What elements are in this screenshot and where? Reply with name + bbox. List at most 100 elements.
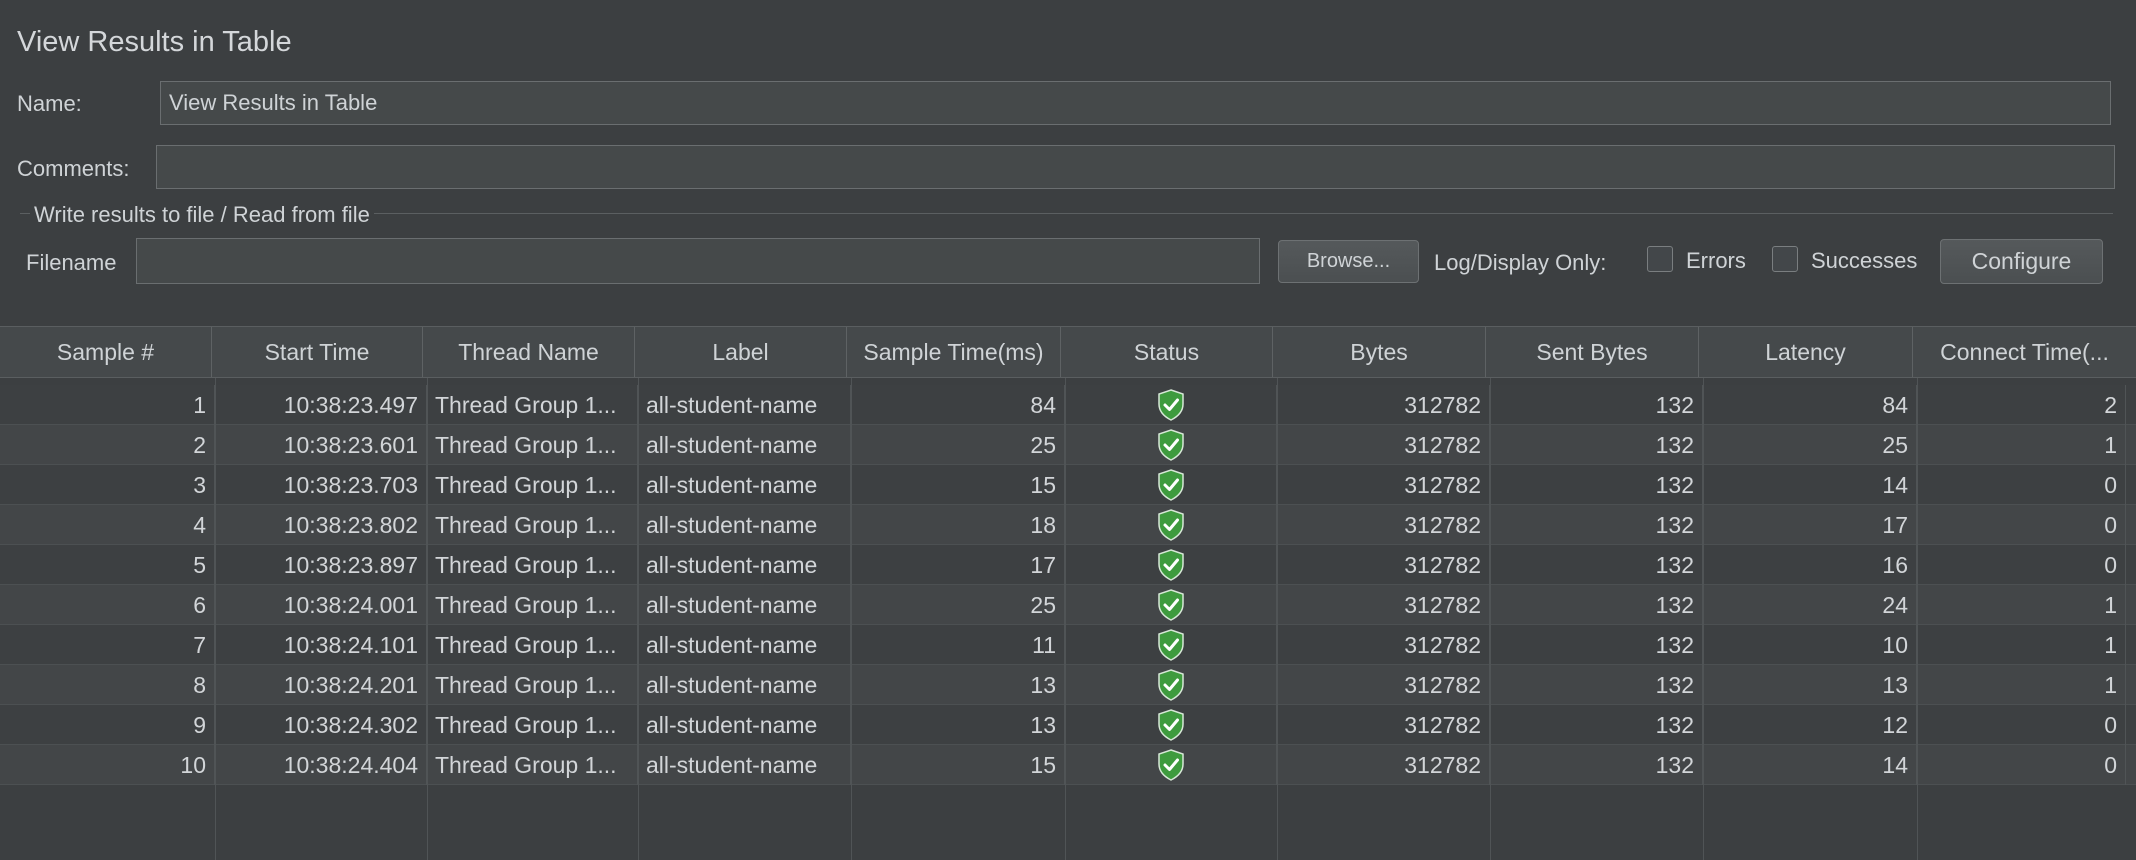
cell-label: all-student-name bbox=[638, 545, 851, 585]
cell-sent-bytes: 132 bbox=[1490, 545, 1703, 585]
cell-bytes: 312782 bbox=[1277, 585, 1490, 625]
cell-sample-time: 84 bbox=[851, 385, 1065, 425]
cell-sample-time: 18 bbox=[851, 505, 1065, 545]
browse-button[interactable]: Browse... bbox=[1278, 240, 1419, 283]
cell-bytes: 312782 bbox=[1277, 385, 1490, 425]
cell-status bbox=[1065, 705, 1277, 745]
column-header-bytes[interactable]: Bytes bbox=[1273, 327, 1486, 377]
cell-sample-time: 15 bbox=[851, 465, 1065, 505]
table-row[interactable]: 7 10:38:24.101 Thread Group 1... all-studen… bbox=[0, 625, 2136, 665]
errors-label: Errors bbox=[1686, 248, 1746, 273]
table-header: Sample # Start Time Thread Name Label Sa… bbox=[0, 326, 2136, 378]
column-header-label[interactable]: Label bbox=[635, 327, 847, 377]
cell-status bbox=[1065, 505, 1277, 545]
column-header-sent-bytes[interactable]: Sent Bytes bbox=[1486, 327, 1699, 377]
table-row[interactable]: 5 10:38:23.897 Thread Group 1... all-studen… bbox=[0, 545, 2136, 585]
table-row[interactable]: 3 10:38:23.703 Thread Group 1... all-studen… bbox=[0, 465, 2136, 505]
column-header-start-time[interactable]: Start Time bbox=[212, 327, 423, 377]
name-field[interactable]: View Results in Table bbox=[160, 81, 2111, 125]
cell-start-time: 10:38:24.101 bbox=[215, 625, 427, 665]
filename-label: Filename bbox=[26, 250, 117, 275]
cell-connect-time: 0 bbox=[1917, 745, 2126, 785]
success-shield-icon bbox=[1157, 509, 1184, 541]
table-row[interactable]: 4 10:38:23.802 Thread Group 1... all-studen… bbox=[0, 505, 2136, 545]
cell-latency: 25 bbox=[1703, 425, 1917, 465]
cell-status bbox=[1065, 385, 1277, 425]
cell-connect-time: 0 bbox=[1917, 505, 2126, 545]
cell-connect-time: 1 bbox=[1917, 425, 2126, 465]
cell-sent-bytes: 132 bbox=[1490, 705, 1703, 745]
cell-bytes: 312782 bbox=[1277, 545, 1490, 585]
cell-sample-number: 8 bbox=[0, 665, 215, 705]
filename-field[interactable] bbox=[136, 238, 1260, 284]
cell-label: all-student-name bbox=[638, 705, 851, 745]
cell-sent-bytes: 132 bbox=[1490, 625, 1703, 665]
cell-status bbox=[1065, 545, 1277, 585]
cell-start-time: 10:38:24.201 bbox=[215, 665, 427, 705]
success-shield-icon bbox=[1157, 389, 1184, 421]
table-row[interactable]: 6 10:38:24.001 Thread Group 1... all-studen… bbox=[0, 585, 2136, 625]
cell-sample-number: 10 bbox=[0, 745, 215, 785]
column-header-sample-time[interactable]: Sample Time(ms) bbox=[847, 327, 1061, 377]
cell-start-time: 10:38:24.404 bbox=[215, 745, 427, 785]
column-header-sample[interactable]: Sample # bbox=[0, 327, 212, 377]
column-header-thread-name[interactable]: Thread Name bbox=[423, 327, 635, 377]
cell-label: all-student-name bbox=[638, 625, 851, 665]
column-header-connect-time[interactable]: Connect Time(... bbox=[1913, 327, 2136, 377]
table-row[interactable]: 1 10:38:23.497 Thread Group 1... all-studen… bbox=[0, 385, 2136, 425]
file-group-title: Write results to file / Read from file bbox=[30, 202, 374, 228]
column-divider bbox=[1703, 378, 1704, 860]
cell-thread-name: Thread Group 1... bbox=[427, 505, 638, 545]
cell-latency: 24 bbox=[1703, 585, 1917, 625]
cell-thread-name: Thread Group 1... bbox=[427, 745, 638, 785]
configure-button[interactable]: Configure bbox=[1940, 239, 2103, 284]
cell-thread-name: Thread Group 1... bbox=[427, 385, 638, 425]
column-header-latency[interactable]: Latency bbox=[1699, 327, 1913, 377]
log-display-only-label: Log/Display Only: bbox=[1434, 250, 1607, 275]
column-divider bbox=[1490, 378, 1491, 860]
success-shield-icon bbox=[1157, 549, 1184, 581]
comments-field[interactable] bbox=[156, 145, 2115, 189]
cell-connect-time: 1 bbox=[1917, 625, 2126, 665]
panel-title: View Results in Table bbox=[17, 26, 292, 58]
column-divider bbox=[215, 378, 216, 860]
cell-sent-bytes: 132 bbox=[1490, 745, 1703, 785]
cell-sample-number: 1 bbox=[0, 385, 215, 425]
cell-sent-bytes: 132 bbox=[1490, 385, 1703, 425]
column-divider bbox=[1065, 378, 1066, 860]
table-row[interactable]: 2 10:38:23.601 Thread Group 1... all-studen… bbox=[0, 425, 2136, 465]
cell-latency: 14 bbox=[1703, 745, 1917, 785]
cell-status bbox=[1065, 425, 1277, 465]
cell-connect-time: 0 bbox=[1917, 465, 2126, 505]
cell-bytes: 312782 bbox=[1277, 465, 1490, 505]
cell-latency: 16 bbox=[1703, 545, 1917, 585]
success-shield-icon bbox=[1157, 669, 1184, 701]
cell-label: all-student-name bbox=[638, 505, 851, 545]
cell-connect-time: 0 bbox=[1917, 705, 2126, 745]
cell-status bbox=[1065, 745, 1277, 785]
column-header-status[interactable]: Status bbox=[1061, 327, 1273, 377]
successes-label: Successes bbox=[1811, 248, 1918, 273]
cell-latency: 14 bbox=[1703, 465, 1917, 505]
cell-latency: 84 bbox=[1703, 385, 1917, 425]
cell-start-time: 10:38:23.703 bbox=[215, 465, 427, 505]
cell-start-time: 10:38:23.802 bbox=[215, 505, 427, 545]
name-label: Name: bbox=[17, 91, 82, 116]
table-row[interactable]: 9 10:38:24.302 Thread Group 1... all-studen… bbox=[0, 705, 2136, 745]
cell-status bbox=[1065, 665, 1277, 705]
errors-checkbox[interactable] bbox=[1647, 246, 1673, 272]
cell-connect-time: 0 bbox=[1917, 545, 2126, 585]
table-row[interactable]: 8 10:38:24.201 Thread Group 1... all-studen… bbox=[0, 665, 2136, 705]
cell-sample-number: 7 bbox=[0, 625, 215, 665]
success-shield-icon bbox=[1157, 709, 1184, 741]
cell-label: all-student-name bbox=[638, 745, 851, 785]
cell-latency: 13 bbox=[1703, 665, 1917, 705]
table-row[interactable]: 10 10:38:24.404 Thread Group 1... all-stude… bbox=[0, 745, 2136, 785]
cell-thread-name: Thread Group 1... bbox=[427, 425, 638, 465]
success-shield-icon bbox=[1157, 429, 1184, 461]
cell-sent-bytes: 132 bbox=[1490, 465, 1703, 505]
successes-checkbox[interactable] bbox=[1772, 246, 1798, 272]
cell-connect-time: 2 bbox=[1917, 385, 2126, 425]
comments-label: Comments: bbox=[17, 156, 130, 181]
cell-label: all-student-name bbox=[638, 665, 851, 705]
